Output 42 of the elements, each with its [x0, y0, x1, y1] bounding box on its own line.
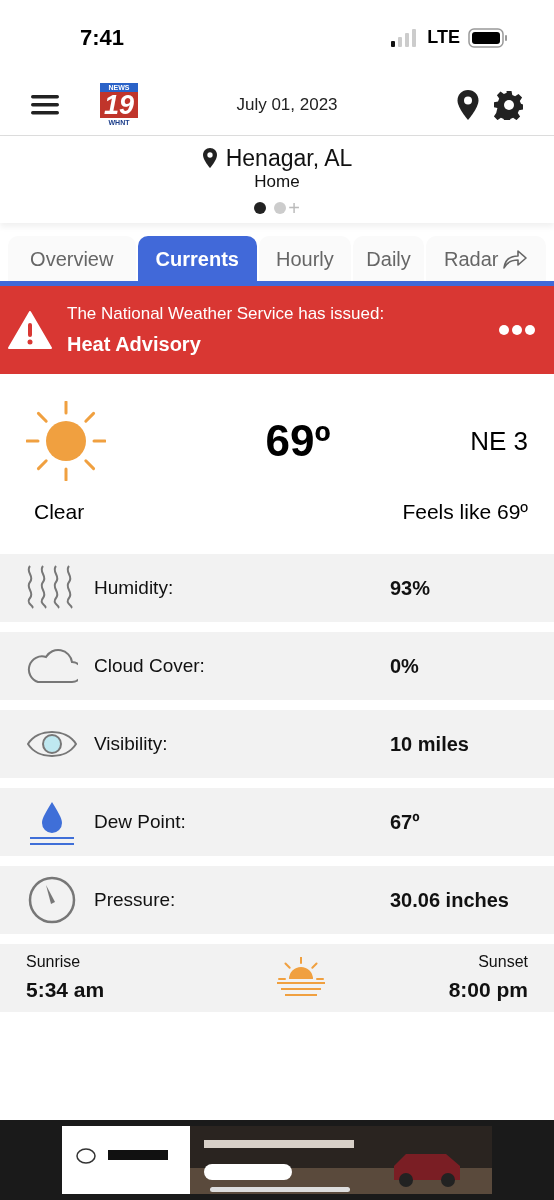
gauge-icon	[26, 876, 78, 924]
tab[interactable]: Hourly	[259, 236, 351, 281]
clock-time: 7:41	[80, 24, 125, 52]
tab[interactable]: Daily	[352, 236, 425, 281]
more-icon[interactable]	[498, 324, 536, 336]
detail-label: Visibility:	[94, 731, 169, 756]
tab[interactable]: Overview	[8, 236, 136, 281]
battery-icon	[468, 27, 508, 48]
location-name: Henagar, AL	[225, 144, 353, 172]
detail-value: 30.06 inches	[390, 888, 509, 913]
detail-value: 10 miles	[390, 732, 469, 757]
wind-value: NE 3	[470, 424, 528, 458]
location-label: Home	[254, 172, 300, 192]
sunrise-label: Sunrise	[26, 952, 82, 973]
date-label: July 01, 2023	[235, 94, 339, 117]
sunset-label: Sunset	[478, 952, 528, 973]
location-pin-icon	[201, 147, 218, 169]
network-label: LTE	[427, 26, 460, 49]
alert-text: The National Weather Service has issued:	[67, 304, 386, 324]
detail-value: 93%	[390, 576, 431, 601]
share-arrow-icon	[502, 248, 529, 269]
alert-title: Heat Advisory	[67, 332, 202, 356]
tab[interactable]: Radar	[426, 236, 546, 281]
detail-value: 67º	[390, 810, 420, 835]
sunrise-time: 5:34 am	[26, 977, 105, 1004]
detail-value: 0%	[390, 654, 419, 679]
alert-banner[interactable]: The National Weather Service has issued: Heat Advisory	[0, 286, 554, 374]
location-pin-icon[interactable]	[456, 89, 480, 121]
condition-label: Clear	[34, 499, 85, 525]
sun-icon	[26, 401, 106, 481]
detail-label: Dew Point:	[94, 809, 187, 834]
sunrise-sunset-icon	[275, 957, 328, 999]
settings-icon[interactable]	[494, 90, 524, 120]
detail-label: Cloud Cover:	[94, 653, 206, 678]
detail-label: Pressure:	[94, 887, 177, 912]
detail-label: Humidity:	[94, 575, 175, 600]
temperature-value: 69º	[264, 415, 332, 467]
tab[interactable]: Currents	[137, 236, 258, 281]
sunset-time: 8:00 pm	[448, 977, 528, 1004]
warning-icon	[8, 311, 52, 349]
feels-like-label: Feels like 69º	[402, 499, 528, 525]
menu-button[interactable]	[30, 93, 60, 117]
